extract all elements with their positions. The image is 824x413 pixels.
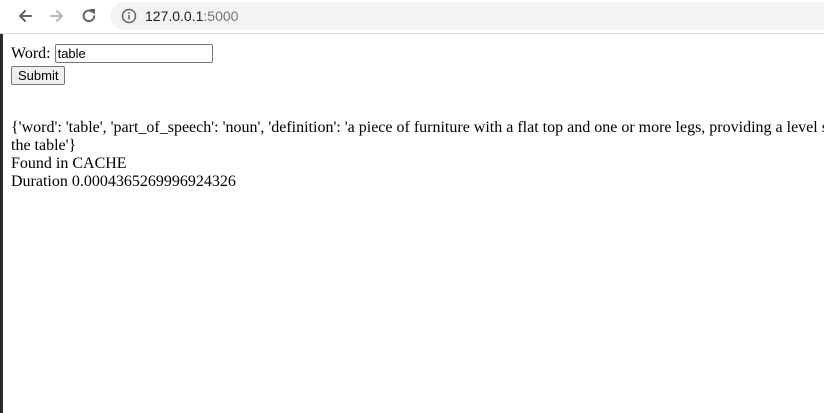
word-label: Word:: [11, 44, 51, 62]
back-button[interactable]: [13, 4, 37, 28]
url-host: 127.0.0.1: [145, 8, 204, 24]
result-dict-line-2: the table'}: [11, 137, 77, 154]
browser-toolbar: 127.0.0.1:5000: [0, 0, 824, 34]
submit-button[interactable]: Submit: [11, 66, 66, 85]
address-bar[interactable]: 127.0.0.1:5000: [110, 2, 824, 30]
word-row: Word:: [11, 43, 213, 64]
result-output: {'word': 'table', 'part_of_speech': 'nou…: [11, 119, 824, 191]
cache-status-text: Found in CACHE: [11, 155, 127, 172]
word-input[interactable]: [54, 44, 213, 63]
url-port: :5000: [203, 8, 239, 24]
reload-button[interactable]: [77, 4, 101, 28]
window-left-edge: [0, 0, 3, 413]
duration-text: Duration 0.0004365269996924326: [11, 173, 236, 190]
url-text[interactable]: 127.0.0.1:5000: [145, 7, 238, 25]
forward-arrow-icon: [50, 10, 63, 22]
forward-button[interactable]: [45, 4, 69, 28]
result-dict-line-1: {'word': 'table', 'part_of_speech': 'nou…: [11, 119, 824, 136]
info-icon[interactable]: [121, 8, 137, 24]
lookup-form: Word: Submit: [11, 43, 213, 85]
reload-icon: [82, 9, 96, 23]
back-arrow-icon: [19, 10, 32, 22]
